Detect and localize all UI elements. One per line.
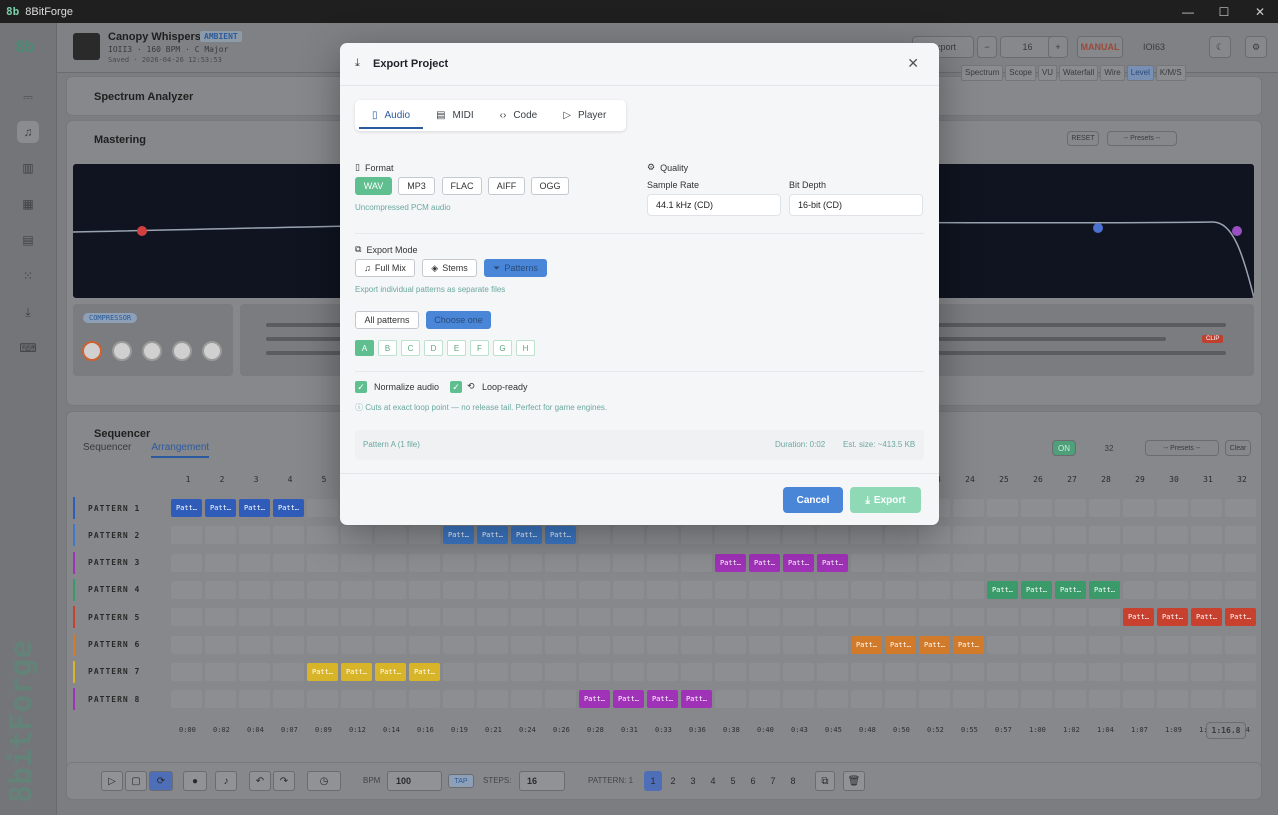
tab-audio[interactable]: ▯ Audio [359,100,424,131]
export-confirm-button[interactable]: ⤓ Export [850,487,921,513]
divider [355,371,924,372]
mode-patterns-label: Patterns [504,263,538,273]
pattern-letter-e[interactable]: E [447,340,466,356]
quality-label: Quality [660,162,689,173]
tab-midi-label: MIDI [452,110,474,121]
mode-hint: Export individual patterns as separate f… [355,285,506,294]
tab-code[interactable]: ‹› Code [487,100,551,131]
pattern-letter-c[interactable]: C [401,340,420,356]
pattern-letter-f[interactable]: F [470,340,489,356]
music-icon: ♫ [364,263,371,273]
pattern-letter-d[interactable]: D [424,340,443,356]
mode-patterns[interactable]: ⏷ Patterns [484,259,547,277]
format-wav[interactable]: WAV [355,177,392,195]
mode-stems[interactable]: ◈ Stems [422,259,477,277]
close-window-icon[interactable]: ✕ [1242,0,1278,23]
gear-icon: ⚙ [647,162,656,172]
cancel-button[interactable]: Cancel [783,487,843,513]
close-icon[interactable]: ✕ [907,55,919,72]
mode-full-mix-label: Full Mix [374,263,406,273]
format-mp3[interactable]: MP3 [398,177,435,195]
tab-player-label: Player [577,110,607,121]
tab-code-label: Code [513,110,538,121]
maximize-icon[interactable]: ☐ [1206,0,1242,23]
export-mode-label: Export Mode [366,244,418,255]
pattern-letter-b[interactable]: B [378,340,397,356]
download-icon: ⤓ [865,494,870,506]
divider [355,233,924,234]
stack-icon: ◈ [431,262,439,273]
bit-depth-select[interactable]: 16-bit (CD) [789,194,923,216]
loop-hint-text: Cuts at exact loop point — no release ta… [365,403,608,412]
format-flac[interactable]: FLAC [442,177,482,195]
file-icon: ▯ [355,162,360,172]
format-section: ▯ Format [355,162,393,173]
format-label: Format [364,162,394,173]
file-icon: ▤ [436,110,446,121]
app-logo: 8b [6,5,20,18]
mode-stems-label: Stems [442,263,468,273]
export-dialog: ⤓ Export Project ✕ ▯ Audio ▤ MIDI ‹› Code ▷… [340,43,939,525]
quality-section: ⚙ Quality [647,162,688,173]
dialog-title: Export Project [373,58,449,70]
download-icon: ⤓ [355,57,360,69]
pattern-letter-g[interactable]: G [493,340,512,356]
tab-midi[interactable]: ▤ MIDI [423,100,487,131]
format-aiff[interactable]: AIFF [488,177,525,195]
window-title: 8BitForge [25,5,73,18]
minimize-icon[interactable]: — [1170,0,1206,23]
loop-ready-checkbox[interactable]: ✓ [450,381,462,393]
tab-audio-label: Audio [384,110,411,121]
filter-icon: ⏷ [493,262,501,273]
all-patterns-button[interactable]: All patterns [355,311,419,329]
file-audio-icon: ▯ [372,110,378,121]
pattern-letter-h[interactable]: H [516,340,535,356]
format-hint: Uncompressed PCM audio [355,203,451,212]
format-ogg[interactable]: OGG [531,177,569,195]
export-mode-section: ⧉ Export Mode [355,244,417,255]
window-titlebar: 8b 8BitForge — ☐ ✕ [0,0,1278,23]
repeat-icon: ⟲ [467,381,475,391]
loop-hint: ⓘ Cuts at exact loop point — no release … [355,402,607,413]
tab-player[interactable]: ▷ Player [550,100,619,131]
normalize-checkbox[interactable]: ✓ [355,381,367,393]
export-summary: Pattern A (1 file) Duration: 0:02 Est. s… [355,430,924,460]
choose-one-button[interactable]: Choose one [426,311,491,329]
export-tabs: ▯ Audio ▤ MIDI ‹› Code ▷ Player [355,100,626,131]
pattern-letter-a[interactable]: A [355,340,374,356]
layers-icon: ⧉ [355,244,362,254]
code-icon: ‹› [499,110,507,121]
summary-duration: Duration: 0:02 [775,440,826,449]
sample-rate-select[interactable]: 44.1 kHz (CD) [647,194,781,216]
summary-files: Pattern A (1 file) [363,440,420,449]
info-icon: ⓘ [355,403,366,412]
export-confirm-label: Export [873,494,906,506]
play-icon: ▷ [563,110,571,121]
normalize-label: Normalize audio [374,382,440,392]
loop-ready-label: Loop-ready [482,382,528,392]
bit-depth-label: Bit Depth [789,180,827,190]
mode-full-mix[interactable]: ♫ Full Mix [355,259,415,277]
summary-size: Est. size: ~413.5 KB [843,440,916,449]
dialog-header: ⤓ Export Project ✕ [340,43,939,86]
sample-rate-label: Sample Rate [647,180,700,190]
